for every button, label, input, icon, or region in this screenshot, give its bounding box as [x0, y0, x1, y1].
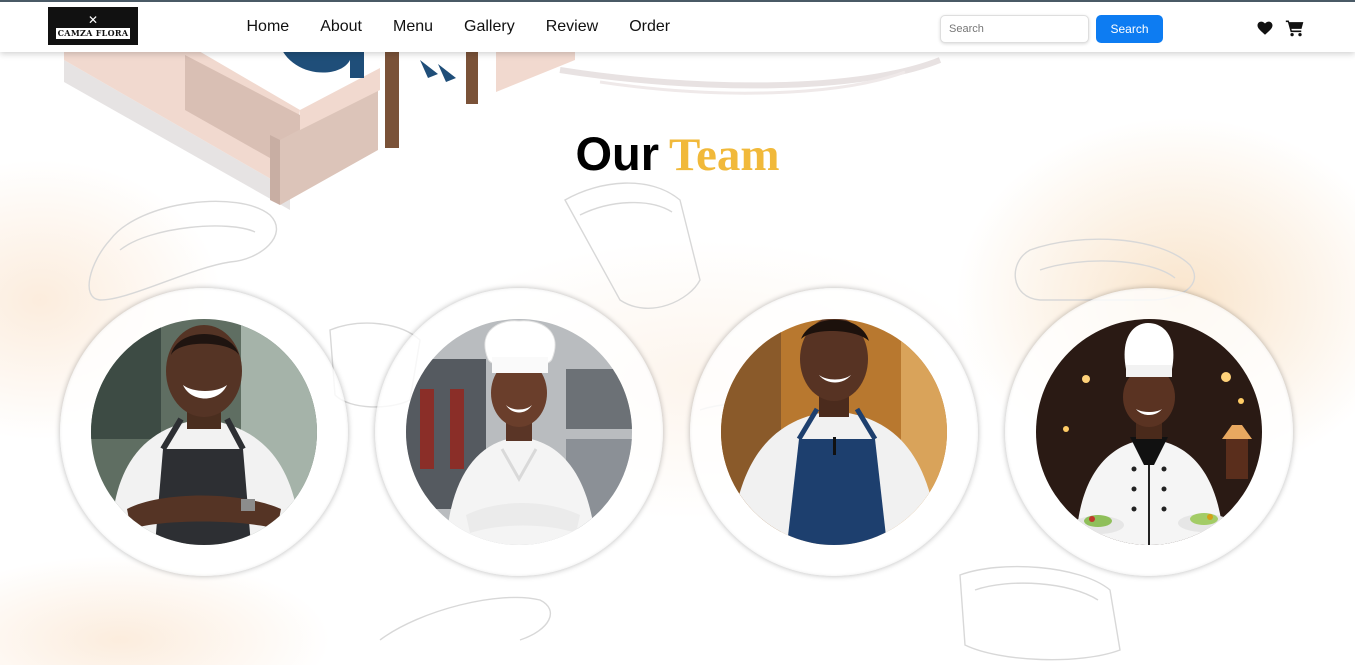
logo-text: CAMZA FLORA [56, 28, 130, 39]
nav-link-review[interactable]: Review [530, 18, 613, 36]
utensils-icon: ✕ [87, 13, 99, 27]
title-our: Our [575, 127, 659, 180]
team-member-card [60, 288, 348, 576]
nav-link-about[interactable]: About [305, 18, 378, 36]
sofa-illustration [64, 40, 575, 210]
cook-photo [721, 319, 947, 545]
nav-link-order[interactable]: Order [614, 18, 686, 36]
cart-icon[interactable] [1285, 18, 1305, 38]
section-title: Our Team [0, 126, 1355, 183]
head-chef-photo [1036, 319, 1262, 545]
nav-link-home[interactable]: Home [231, 18, 305, 36]
team-member-card [1005, 288, 1293, 576]
search-input[interactable] [940, 15, 1089, 43]
team-member-card [375, 288, 663, 576]
logo[interactable]: ✕ CAMZA FLORA [48, 7, 138, 45]
chef-photo [406, 319, 632, 545]
nav-link-menu[interactable]: Menu [378, 18, 449, 36]
navbar: ✕ CAMZA FLORA Home About Menu Gallery Re… [0, 0, 1355, 52]
chef-photo [91, 319, 317, 545]
heart-icon[interactable] [1256, 19, 1274, 37]
search-button[interactable]: Search [1096, 15, 1163, 43]
page: ✕ CAMZA FLORA Home About Menu Gallery Re… [0, 0, 1355, 665]
nav-link-gallery[interactable]: Gallery [449, 18, 531, 36]
team-member-card [690, 288, 978, 576]
nav-links: Home About Menu Gallery Review Order [231, 2, 686, 52]
title-team: Team [669, 129, 780, 181]
